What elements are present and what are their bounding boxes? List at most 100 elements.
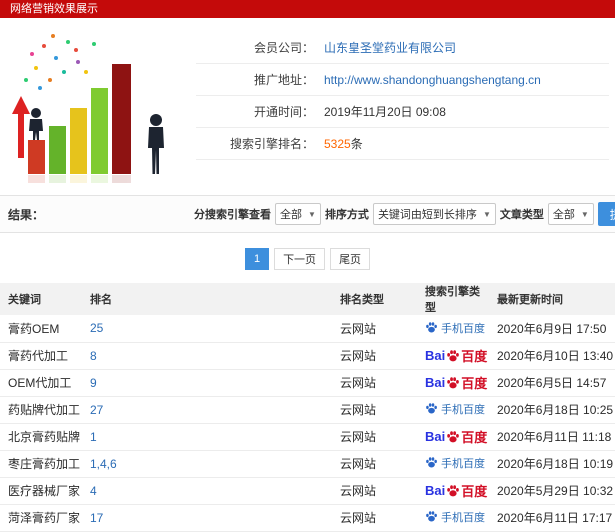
updated-cell: 2020年6月10日 13:40 <box>489 342 615 370</box>
baidu-logo: Bai 百度 <box>425 427 487 446</box>
header-updated: 最新更新时间 <box>489 283 615 315</box>
businessman-left <box>29 108 43 140</box>
baidu-cn-text: 百度 <box>461 349 488 364</box>
chevron-down-icon: ▼ <box>580 209 589 219</box>
promo-url-label: 推广地址： <box>253 73 314 87</box>
baidu-logo: Bai 百度 <box>425 481 487 500</box>
type-filter-label: 文章类型 <box>499 209 544 221</box>
info-row-company: 会员公司： 山东皇圣堂药业有限公司 <box>196 32 609 64</box>
open-time-value: 2019年11月20日 09:08 <box>324 105 446 119</box>
mobile-baidu-label: 手机百度 <box>441 322 485 335</box>
table-row: 膏药代加工 8 云网站 Bai 百度 2020年6月10日 13:40 <box>0 342 615 370</box>
rank-count-value: 5325条 <box>324 135 363 152</box>
confetti-dots <box>24 34 96 90</box>
table-row: 药贴牌代加工 27 云网站 手机百度 2020年6月18日 10:25 <box>0 396 615 424</box>
info-section: 会员公司： 山东皇圣堂药业有限公司 推广地址： http://www.shand… <box>0 18 615 195</box>
promo-url-link[interactable]: http://www.shandonghuangshengtang.cn <box>324 73 541 87</box>
rank-type-cell: 云网站 <box>332 342 417 370</box>
mobile-baidu-logo: 手机百度 <box>425 509 485 525</box>
up-arrow-icon <box>12 96 30 158</box>
type-select-value: 全部 <box>552 209 575 221</box>
table-row: 北京膏药贴牌 1 云网站 Bai 百度 2020年6月11日 11:18 <box>0 423 615 451</box>
header-keyword: 关键词 <box>0 283 82 315</box>
baidu-paw-icon <box>447 430 460 442</box>
rank-link[interactable]: 27 <box>90 403 103 417</box>
rank-cell: 9 <box>82 369 332 397</box>
baidu-cn-text: 百度 <box>461 430 488 445</box>
submit-button[interactable]: 提交 <box>597 202 615 226</box>
table-row: 菏泽膏药厂家 17 云网站 手机百度 2020年6月11日 17:17 <box>0 504 615 532</box>
baidu-cn-text: 百度 <box>461 376 488 391</box>
next-page-button[interactable]: 下一页 <box>274 248 326 270</box>
rank-cell: 25 <box>82 315 332 343</box>
result-label: 结果： <box>8 207 45 222</box>
engine-cell: 手机百度 <box>417 504 489 532</box>
engine-select[interactable]: 全部 ▼ <box>275 203 321 225</box>
rank-type-cell: 云网站 <box>332 477 417 505</box>
baidu-paw-icon <box>447 376 460 388</box>
last-page-button[interactable]: 尾页 <box>330 248 371 270</box>
rank-cell: 4 <box>82 477 332 505</box>
mobile-baidu-label: 手机百度 <box>441 457 485 470</box>
mobile-baidu-logo: 手机百度 <box>425 455 485 471</box>
table-header-row: 关键词 排名 排名类型 搜索引擎类型 最新更新时间 <box>0 283 615 315</box>
rank-link[interactable]: 25 <box>90 321 103 335</box>
rank-type-cell: 云网站 <box>332 396 417 424</box>
filter-bar: 结果： 分搜索引擎查看 全部 ▼ 排序方式 关键词由短到长排序 ▼ 文章类型 全… <box>0 195 615 233</box>
updated-cell: 2020年6月18日 10:19 <box>489 450 615 478</box>
header-engine-type: 搜索引擎类型 <box>417 283 489 315</box>
engine-cell: Bai 百度 <box>417 477 489 505</box>
keyword-cell: 菏泽膏药厂家 <box>0 504 82 532</box>
businessman-right <box>148 114 164 174</box>
updated-cell: 2020年5月29日 10:32 <box>489 477 615 505</box>
table-row: 医疗器械厂家 4 云网站 Bai 百度 2020年5月29日 10:32 <box>0 477 615 505</box>
bars <box>28 64 131 174</box>
table-row: 膏药OEM 25 云网站 手机百度 2020年6月9日 17:50 <box>0 315 615 343</box>
type-select[interactable]: 全部 ▼ <box>547 203 594 225</box>
rank-link[interactable]: 8 <box>90 349 97 363</box>
rank-type-cell: 云网站 <box>332 450 417 478</box>
info-row-url: 推广地址： http://www.shandonghuangshengtang.… <box>196 64 609 96</box>
header-rank-type: 排名类型 <box>332 283 417 315</box>
member-info-list: 会员公司： 山东皇圣堂药业有限公司 推广地址： http://www.shand… <box>196 22 615 189</box>
baidu-paw-icon <box>426 322 437 333</box>
info-row-open-time: 开通时间： 2019年11月20日 09:08 <box>196 96 609 128</box>
info-row-rank-count: 搜索引擎排名： 5325条 <box>196 128 609 160</box>
mobile-baidu-label: 手机百度 <box>441 403 485 416</box>
rank-link[interactable]: 1,4,6 <box>90 457 117 471</box>
mobile-baidu-logo: 手机百度 <box>425 320 485 336</box>
filter-controls: 分搜索引擎查看 全部 ▼ 排序方式 关键词由短到长排序 ▼ 文章类型 全部 ▼ … <box>194 202 615 226</box>
rank-type-cell: 云网站 <box>332 504 417 532</box>
updated-cell: 2020年6月18日 10:25 <box>489 396 615 424</box>
baidu-latin-text: Bai <box>425 375 446 390</box>
rank-type-cell: 云网站 <box>332 369 417 397</box>
rank-link[interactable]: 9 <box>90 376 97 390</box>
engine-select-value: 全部 <box>280 209 303 221</box>
page-number-current[interactable]: 1 <box>244 248 270 270</box>
sort-select[interactable]: 关键词由短到长排序 ▼ <box>372 203 496 225</box>
keyword-cell: 药贴牌代加工 <box>0 396 82 424</box>
open-time-label: 开通时间： <box>253 105 314 119</box>
rank-link[interactable]: 4 <box>90 484 97 498</box>
mobile-baidu-label: 手机百度 <box>441 511 485 524</box>
engine-cell: 手机百度 <box>417 450 489 478</box>
rank-cell: 27 <box>82 396 332 424</box>
keyword-cell: 北京膏药贴牌 <box>0 423 82 451</box>
rank-link[interactable]: 17 <box>90 511 103 525</box>
company-label: 会员公司： <box>253 41 314 55</box>
keyword-cell: 枣庄膏药加工 <box>0 450 82 478</box>
keyword-cell: 医疗器械厂家 <box>0 477 82 505</box>
engine-cell: Bai 百度 <box>417 369 489 397</box>
rank-link[interactable]: 1 <box>90 430 97 444</box>
rank-cell: 1,4,6 <box>82 450 332 478</box>
rank-type-cell: 云网站 <box>332 423 417 451</box>
keyword-cell: 膏药代加工 <box>0 342 82 370</box>
baidu-logo: Bai 百度 <box>425 346 487 365</box>
updated-cell: 2020年6月11日 11:18 <box>489 423 615 451</box>
baidu-paw-icon <box>426 457 437 468</box>
page-title: 网络营销效果展示 <box>10 3 98 15</box>
company-link[interactable]: 山东皇圣堂药业有限公司 <box>324 39 456 56</box>
rank-cell: 8 <box>82 342 332 370</box>
updated-cell: 2020年6月9日 17:50 <box>489 315 615 343</box>
table-row: 枣庄膏药加工 1,4,6 云网站 手机百度 2020年6月18日 10:19 <box>0 450 615 478</box>
